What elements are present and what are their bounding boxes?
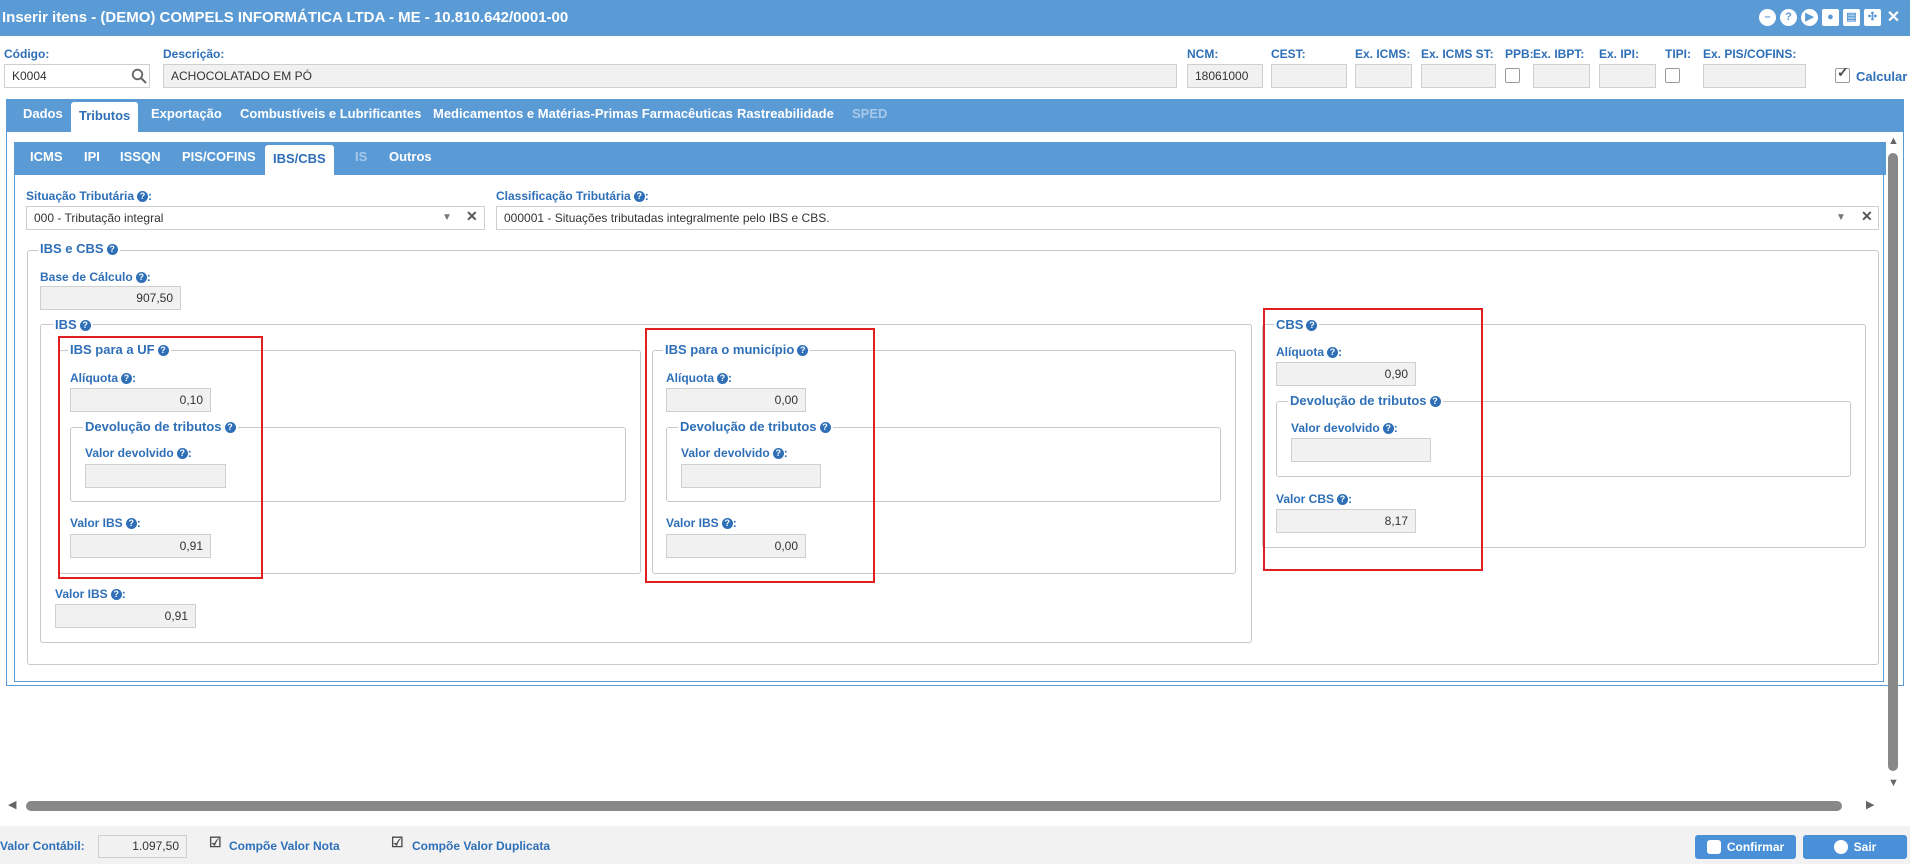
highlight-box-ibs-municipio <box>645 328 875 583</box>
compoe-nota-checkbox[interactable]: ☑ <box>209 834 222 851</box>
ex-icms-label: Ex. ICMS: <box>1355 47 1411 61</box>
tab-ibs-cbs[interactable]: IBS/CBS <box>265 145 334 175</box>
descricao-input[interactable]: ACHOCOLATADO EM PÓ <box>163 64 1177 88</box>
help-icon: ? <box>106 244 118 255</box>
ppb-checkbox[interactable] <box>1505 68 1520 83</box>
ex-pis-cofins-input[interactable] <box>1703 64 1806 88</box>
chevron-down-icon[interactable]: ▼ <box>442 212 452 223</box>
calcular-label[interactable]: Calcular <box>1856 69 1907 84</box>
highlight-box-cbs <box>1263 308 1483 571</box>
play-icon[interactable]: ▶ <box>1801 9 1818 26</box>
scroll-right-icon[interactable]: ▶ <box>1866 798 1874 811</box>
confirmar-label: Confirmar <box>1726 840 1785 854</box>
tipi-label: TIPI: <box>1665 47 1691 61</box>
horizontal-scrollbar[interactable]: ◀ ▶ <box>8 797 1884 814</box>
base-calculo-input[interactable]: 907,50 <box>40 286 181 310</box>
ppb-label: PPB: <box>1505 47 1534 61</box>
ncm-label: NCM: <box>1187 47 1219 61</box>
ex-pis-cofins-label: Ex. PIS/COFINS: <box>1703 47 1797 61</box>
user-icon[interactable]: ● <box>1822 9 1839 26</box>
compoe-duplicata-label[interactable]: Compõe Valor Duplicata <box>412 839 550 853</box>
tipi-checkbox[interactable] <box>1665 68 1680 83</box>
horizontal-scroll-thumb[interactable] <box>26 801 1842 811</box>
ex-ipi-label: Ex. IPI: <box>1599 47 1640 61</box>
tab-combustiveis[interactable]: Combustíveis e Lubrificantes <box>232 99 429 132</box>
help-icon: ? <box>633 191 645 202</box>
save-icon <box>1706 840 1721 854</box>
check-icon: ✓ <box>1837 64 1849 80</box>
codigo-input[interactable]: K0004 <box>4 64 150 88</box>
sub-tabbar: ICMS IPI ISSQN PIS/COFINS IBS/CBS IS Out… <box>14 142 1886 175</box>
help-icon: ? <box>79 320 91 331</box>
ibs-total-input[interactable]: 0,91 <box>55 604 196 628</box>
search-icon[interactable] <box>131 68 147 84</box>
help-icon: ? <box>135 272 147 283</box>
compress-icon[interactable]: ✣ <box>1864 9 1881 26</box>
tab-exportacao[interactable]: Exportação <box>143 99 230 132</box>
classificacao-label: Classificação Tributária?: <box>496 189 649 203</box>
confirmar-button[interactable]: Confirmar <box>1695 835 1796 859</box>
ex-icms-st-input[interactable] <box>1421 64 1496 88</box>
scroll-left-icon[interactable]: ◀ <box>8 798 16 811</box>
chevron-down-icon[interactable]: ▼ <box>1836 212 1846 223</box>
ibs-cbs-legend: IBS e CBS? <box>38 241 120 256</box>
close-icon[interactable]: ✕ <box>1885 9 1902 26</box>
tab-outros[interactable]: Outros <box>381 142 440 175</box>
help-icon: ? <box>137 191 149 202</box>
tab-is: IS <box>355 149 368 164</box>
ex-icms-st-label: Ex. ICMS ST: <box>1421 47 1494 61</box>
printer-icon[interactable]: ▤ <box>1843 9 1860 26</box>
main-tabbar: Dados Tributos Exportação Combustíveis e… <box>6 99 1904 132</box>
tab-pis-cofins[interactable]: PIS/COFINS <box>174 142 264 175</box>
exit-icon <box>1833 840 1848 854</box>
highlight-box-ibs-uf <box>58 336 263 579</box>
vertical-scrollbar[interactable]: ▲ ▼ <box>1884 135 1902 793</box>
tab-tributos[interactable]: Tributos <box>71 102 139 132</box>
ex-ibpt-input[interactable] <box>1533 64 1590 88</box>
clear-icon[interactable]: ✕ <box>466 208 478 225</box>
help-icon[interactable]: ? <box>1780 9 1797 26</box>
scroll-up-icon[interactable]: ▲ <box>1888 135 1899 147</box>
base-calculo-label: Base de Cálculo?: <box>40 270 151 284</box>
sair-button[interactable]: Sair <box>1803 835 1907 859</box>
tab-rastreabilidade[interactable]: Rastreabilidade <box>729 99 842 132</box>
ibs-legend: IBS? <box>53 317 93 332</box>
tab-medicamentos[interactable]: Medicamentos e Matérias-Primas Farmacêut… <box>425 99 741 132</box>
minimize-icon[interactable]: – <box>1759 9 1776 26</box>
descricao-label: Descrição: <box>163 47 225 61</box>
vertical-scroll-thumb[interactable] <box>1888 153 1898 771</box>
tab-issqn[interactable]: ISSQN <box>112 142 168 175</box>
ex-ibpt-label: Ex. IBPT: <box>1533 47 1585 61</box>
compoe-duplicata-checkbox[interactable]: ☑ <box>391 834 404 851</box>
tab-sped: SPED <box>852 106 888 121</box>
tab-ipi[interactable]: IPI <box>76 142 108 175</box>
clear-icon[interactable]: ✕ <box>1861 208 1873 225</box>
situacao-label: Situação Tributária?: <box>26 189 153 203</box>
codigo-label: Código: <box>4 47 50 61</box>
situacao-select[interactable]: 000 - Tributação integral <box>26 206 485 230</box>
tab-icms[interactable]: ICMS <box>22 142 71 175</box>
help-icon: ? <box>110 589 122 600</box>
ex-ipi-input[interactable] <box>1599 64 1656 88</box>
window-titlebar: Inserir itens - (DEMO) COMPELS INFORMÁTI… <box>0 0 1910 36</box>
ncm-input[interactable]: 18061000 <box>1187 64 1263 88</box>
valor-contabil-input[interactable]: 1.097,50 <box>98 835 187 858</box>
scroll-down-icon[interactable]: ▼ <box>1888 777 1899 789</box>
tab-dados[interactable]: Dados <box>15 99 71 132</box>
sair-label: Sair <box>1853 840 1877 854</box>
ex-icms-input[interactable] <box>1355 64 1412 88</box>
cest-input[interactable] <box>1271 64 1347 88</box>
window-title: Inserir itens - (DEMO) COMPELS INFORMÁTI… <box>2 9 569 26</box>
classificacao-select[interactable]: 000001 - Situações tributadas integralme… <box>496 206 1879 230</box>
ibs-total-label: Valor IBS?: <box>55 587 126 601</box>
cest-label: CEST: <box>1271 47 1306 61</box>
window-controls: – ? ▶ ● ▤ ✣ ✕ <box>1759 9 1902 26</box>
valor-contabil-label: Valor Contábil: <box>0 839 85 853</box>
compoe-nota-label[interactable]: Compõe Valor Nota <box>229 839 340 853</box>
